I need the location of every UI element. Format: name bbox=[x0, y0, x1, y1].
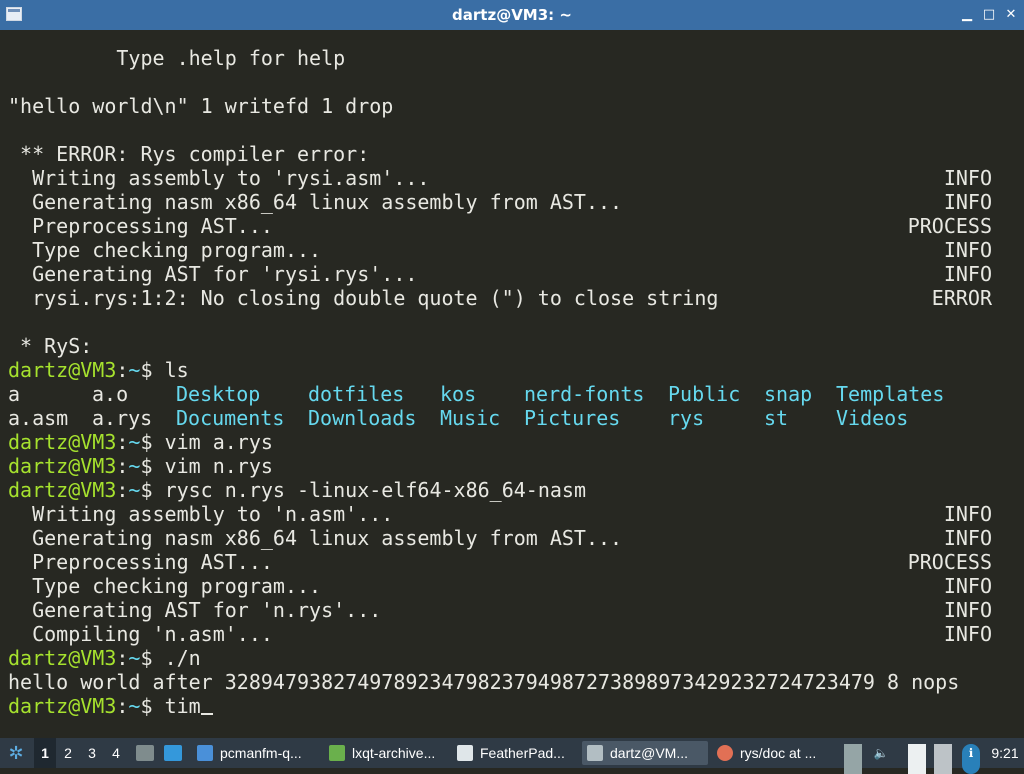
ls-dir: Documents bbox=[176, 406, 285, 430]
log-status: ERROR bbox=[931, 286, 992, 310]
rys-prompt: * RyS: bbox=[8, 334, 93, 358]
terminal-view[interactable]: Type .help for help "hello world\n" 1 wr… bbox=[0, 30, 1024, 738]
log-status: PROCESS bbox=[907, 550, 992, 574]
start-menu-icon[interactable]: ✲ bbox=[4, 738, 28, 768]
log-status: INFO bbox=[943, 502, 992, 526]
ls-dir: Templates bbox=[836, 382, 945, 406]
ls-dir: Downloads bbox=[308, 406, 417, 430]
current-command: tim bbox=[164, 694, 201, 718]
task-terminal[interactable]: dartz@VM... bbox=[582, 741, 708, 765]
archive-icon bbox=[329, 745, 345, 761]
window-titlebar[interactable]: dartz@VM3: ~ ▁ □ ✕ bbox=[0, 0, 1024, 30]
ls-dir: nerd-fonts bbox=[524, 382, 645, 406]
clipboard-icon[interactable] bbox=[908, 744, 926, 774]
ls-dir: rys bbox=[668, 406, 705, 430]
ls-file: a.asm bbox=[8, 406, 69, 430]
ls-dir: st bbox=[764, 406, 789, 430]
window-title: dartz@VM3: ~ bbox=[452, 6, 572, 24]
task-pcmanfm[interactable]: pcmanfm-q... bbox=[192, 741, 320, 765]
workspace-2[interactable]: 2 bbox=[57, 738, 79, 768]
ls-dir: Music bbox=[440, 406, 501, 430]
workspace-1[interactable]: 1 bbox=[34, 738, 56, 768]
ls-dir: Public bbox=[668, 382, 741, 406]
log-status: INFO bbox=[943, 238, 992, 262]
repl-input-line: "hello world\n" 1 writefd 1 drop bbox=[8, 94, 394, 118]
log-line: Type checking program... INFO bbox=[8, 574, 992, 598]
log-line: Generating AST for 'rysi.rys'... INFO bbox=[8, 262, 992, 286]
program-output: hello world after 3289479382749789234798… bbox=[8, 670, 960, 694]
ls-dir: dotfiles bbox=[308, 382, 405, 406]
log-line: Compiling 'n.asm'... INFO bbox=[8, 622, 992, 646]
log-status: INFO bbox=[943, 574, 992, 598]
log-status: INFO bbox=[943, 262, 992, 286]
log-status: INFO bbox=[943, 598, 992, 622]
show-desktop-icon[interactable] bbox=[164, 745, 182, 761]
shell-line: dartz@VM3:~$ ./n bbox=[8, 646, 201, 670]
ls-file: a bbox=[8, 382, 21, 406]
log-line: Generating nasm x86_64 linux assembly fr… bbox=[8, 190, 992, 214]
folder-icon bbox=[197, 745, 213, 761]
shell-line: dartz@VM3:~$ rysc n.rys -linux-elf64-x86… bbox=[8, 478, 586, 502]
log-line: rysi.rys:1:2: No closing double quote ("… bbox=[8, 286, 992, 310]
drive-icon[interactable] bbox=[844, 744, 862, 774]
log-line: Preprocessing AST... PROCESS bbox=[8, 214, 992, 238]
repl-banner: Type .help for help bbox=[8, 46, 346, 70]
file-manager-launcher-icon[interactable] bbox=[136, 745, 154, 761]
network-icon[interactable] bbox=[934, 744, 952, 774]
task-featherpad[interactable]: FeatherPad... bbox=[452, 741, 578, 765]
shell-line: dartz@VM3:~$ vim n.rys bbox=[8, 454, 273, 478]
close-button[interactable]: ✕ bbox=[1002, 6, 1020, 24]
taskbar: ✲ 1 2 3 4 pcmanfm-q... lxqt-archive... F… bbox=[0, 738, 1024, 774]
task-firefox[interactable]: rys/doc at ... bbox=[712, 741, 836, 765]
shell-line: dartz@VM3:~$ vim a.rys bbox=[8, 430, 273, 454]
ls-dir: Desktop bbox=[176, 382, 261, 406]
volume-icon[interactable]: 🔈 bbox=[872, 744, 890, 774]
log-status: INFO bbox=[943, 190, 992, 214]
terminal-icon bbox=[587, 745, 603, 761]
log-status: INFO bbox=[943, 166, 992, 190]
workspace-3[interactable]: 3 bbox=[81, 738, 103, 768]
log-line: Generating nasm x86_64 linux assembly fr… bbox=[8, 526, 992, 550]
ls-dir: snap bbox=[764, 382, 813, 406]
log-status: INFO bbox=[943, 526, 992, 550]
firefox-icon bbox=[717, 745, 733, 761]
task-lxqt-archiver[interactable]: lxqt-archive... bbox=[324, 741, 448, 765]
log-line: Writing assembly to 'n.asm'... INFO bbox=[8, 502, 992, 526]
log-line: Writing assembly to 'rysi.asm'... INFO bbox=[8, 166, 992, 190]
ls-dir: kos bbox=[440, 382, 477, 406]
log-line: Preprocessing AST... PROCESS bbox=[8, 550, 992, 574]
ls-file: a.o bbox=[92, 382, 129, 406]
feather-icon bbox=[457, 745, 473, 761]
ls-dir: Videos bbox=[836, 406, 909, 430]
error-header: ** ERROR: Rys compiler error: bbox=[8, 142, 370, 166]
info-icon[interactable]: ℹ bbox=[962, 744, 980, 774]
clock[interactable]: 9:21 bbox=[988, 738, 1022, 768]
log-line: Type checking program... INFO bbox=[8, 238, 992, 262]
minimize-button[interactable]: ▁ bbox=[958, 6, 976, 24]
ls-file: a.rys bbox=[92, 406, 153, 430]
maximize-button[interactable]: □ bbox=[980, 6, 998, 24]
shell-line: dartz@VM3:~$ ls bbox=[8, 358, 189, 382]
shell-line-current[interactable]: dartz@VM3:~$ tim bbox=[8, 694, 213, 718]
workspace-4[interactable]: 4 bbox=[105, 738, 127, 768]
log-line: Generating AST for 'n.rys'... INFO bbox=[8, 598, 992, 622]
text-cursor bbox=[200, 713, 213, 715]
ls-dir: Pictures bbox=[524, 406, 621, 430]
log-status: PROCESS bbox=[907, 214, 992, 238]
log-status: INFO bbox=[943, 622, 992, 646]
